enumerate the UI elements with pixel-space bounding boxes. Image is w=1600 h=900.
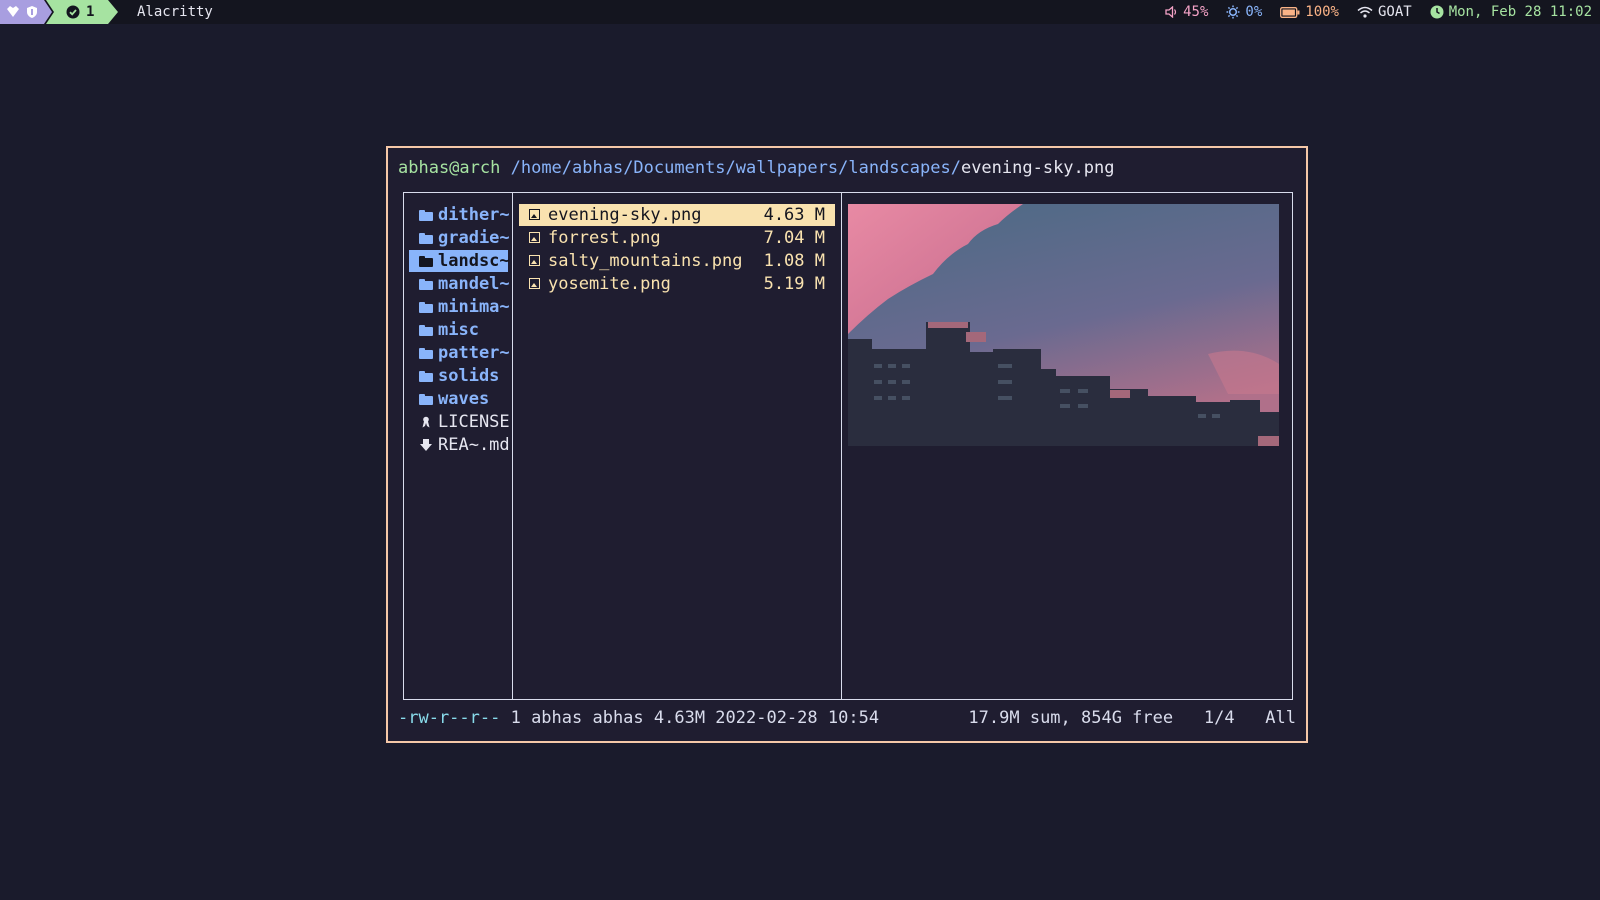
battery-value: 100% <box>1305 4 1339 20</box>
shield-icon <box>27 6 37 18</box>
folder-icon <box>419 279 433 290</box>
folder-icon <box>419 210 433 221</box>
evening-sky-image <box>848 204 1279 446</box>
folder-icon <box>419 256 433 267</box>
item-label: REA~.md <box>438 435 510 455</box>
file-manager-panes: dither~ gradie~ landsc~ mandel~ minima~ … <box>403 192 1293 700</box>
item-label: dither~ <box>438 205 510 225</box>
workspace-number: 1 <box>86 4 95 20</box>
clock-module[interactable]: Mon, Feb 28 11:02 <box>1430 0 1592 24</box>
top-bar: 1 Alacritty 45% 0% 100% GOAT Mon, Feb 28… <box>0 0 1600 24</box>
network-module[interactable]: GOAT <box>1357 0 1412 24</box>
parent-directory-pane: dither~ gradie~ landsc~ mandel~ minima~ … <box>404 193 513 699</box>
dir-item-patterns[interactable]: patter~ <box>409 342 510 364</box>
file-name: salty_mountains.png <box>548 251 743 271</box>
folder-icon <box>419 233 433 244</box>
file-item-yosemite[interactable]: yosemite.png 5.19 M <box>519 273 835 295</box>
workspace-button[interactable]: 1 <box>46 0 118 24</box>
markdown-icon <box>420 439 432 451</box>
file-info: 1 abhas abhas 4.63M 2022-02-28 10:54 <box>500 708 880 728</box>
item-label: minima~ <box>438 297 510 317</box>
file-size: 5.19 M <box>763 274 825 294</box>
preview-pane <box>842 193 1292 699</box>
item-label: misc <box>438 320 479 340</box>
item-label: mandel~ <box>438 274 510 294</box>
dir-item-minimal[interactable]: minima~ <box>409 296 510 318</box>
status-line: -rw-r--r-- 1 abhas abhas 4.63M 2022-02-2… <box>398 708 1296 728</box>
file-permissions: -rw-r--r-- <box>398 708 501 728</box>
dir-item-landscapes[interactable]: landsc~ <box>409 250 510 272</box>
status-right: 17.9M sum, 854G free 1/4 All <box>968 708 1296 728</box>
window-title: Alacritty <box>137 4 213 20</box>
path-directory: /home/abhas/Documents/wallpapers/landsca… <box>510 158 961 178</box>
speaker-icon <box>1165 6 1177 18</box>
file-item-readme[interactable]: REA~.md <box>409 434 510 456</box>
status-area: 45% 0% 100% GOAT Mon, Feb 28 11:02 <box>1165 0 1592 24</box>
file-size: 7.04 M <box>763 228 825 248</box>
terminal-window[interactable]: abhas@arch /home/abhas/Documents/wallpap… <box>386 146 1308 743</box>
prompt-user: abhas@arch <box>398 158 501 178</box>
file-item-license[interactable]: LICENSE <box>409 411 510 433</box>
sun-icon <box>1226 5 1240 19</box>
dir-item-dither[interactable]: dither~ <box>409 204 510 226</box>
current-directory-pane: evening-sky.png 4.63 M forrest.png 7.04 … <box>513 193 842 699</box>
folder-icon <box>419 371 433 382</box>
path-line: abhas@arch /home/abhas/Documents/wallpap… <box>398 158 1114 178</box>
item-label: gradie~ <box>438 228 510 248</box>
file-item-salty-mountains[interactable]: salty_mountains.png 1.08 M <box>519 250 835 272</box>
wifi-icon <box>1357 6 1373 18</box>
file-size: 4.63 M <box>763 205 825 225</box>
folder-icon <box>419 348 433 359</box>
indicator-segment <box>0 0 52 24</box>
path-file: evening-sky.png <box>960 158 1115 178</box>
dir-item-waves[interactable]: waves <box>409 388 508 410</box>
brightness-module[interactable]: 0% <box>1226 0 1262 24</box>
dir-item-mandelbrot[interactable]: mandel~ <box>409 273 510 295</box>
dir-item-solids[interactable]: solids <box>409 365 508 387</box>
file-size: 1.08 M <box>763 251 825 271</box>
battery-icon <box>1280 6 1300 18</box>
item-label: solids <box>438 366 500 386</box>
file-item-forrest[interactable]: forrest.png 7.04 M <box>519 227 835 249</box>
network-name: GOAT <box>1377 4 1412 20</box>
file-name: evening-sky.png <box>548 205 702 225</box>
file-item-evening-sky[interactable]: evening-sky.png 4.63 M <box>519 204 835 226</box>
brightness-value: 0% <box>1245 4 1263 20</box>
position-indicator: 1/4 <box>1203 708 1235 728</box>
image-file-icon <box>529 278 540 289</box>
file-name: yosemite.png <box>548 274 671 294</box>
heart-icon <box>7 6 19 17</box>
image-file-icon <box>529 232 540 243</box>
image-preview <box>848 204 1279 446</box>
item-label: LICENSE <box>438 412 510 432</box>
volume-module[interactable]: 45% <box>1165 0 1208 24</box>
check-circle-icon <box>66 5 80 19</box>
clock-icon <box>1430 5 1444 19</box>
item-label: waves <box>438 389 490 409</box>
folder-icon <box>419 394 433 405</box>
scroll-indicator: All <box>1265 708 1296 728</box>
license-icon <box>422 416 430 428</box>
item-label: landsc~ <box>438 251 510 271</box>
image-file-icon <box>529 209 540 220</box>
folder-icon <box>419 325 433 336</box>
dir-item-misc[interactable]: misc <box>409 319 508 341</box>
datetime: Mon, Feb 28 11:02 <box>1448 4 1592 20</box>
folder-icon <box>419 302 433 313</box>
battery-module[interactable]: 100% <box>1280 0 1339 24</box>
item-label: patter~ <box>438 343 510 363</box>
disk-usage: 17.9M sum, 854G free <box>968 708 1174 728</box>
dir-item-gradients[interactable]: gradie~ <box>409 227 510 249</box>
file-name: forrest.png <box>548 228 661 248</box>
volume-value: 45% <box>1183 4 1209 20</box>
image-file-icon <box>529 255 540 266</box>
